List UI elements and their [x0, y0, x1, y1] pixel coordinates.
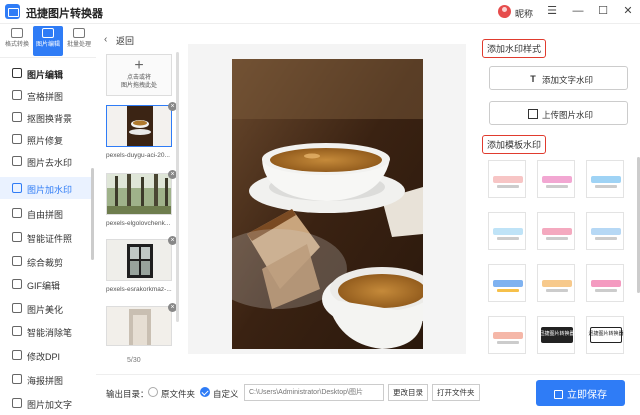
template-9[interactable] [586, 264, 624, 302]
app-logo-icon [5, 4, 20, 19]
window-thumbnail-image [107, 240, 171, 280]
minimize-icon[interactable]: — [571, 4, 585, 18]
thumbnail-2-name: pexels-elgolovchenk... [106, 220, 171, 227]
gif-icon [12, 279, 22, 289]
menu-icon[interactable]: ☰ [545, 4, 559, 18]
sidebar-item-dpi[interactable]: 修改DPI [0, 344, 92, 366]
sidebar-scrollbar[interactable] [91, 168, 94, 260]
cutout-icon [12, 112, 22, 122]
rail-format-convert[interactable]: 格式转换 [2, 26, 32, 56]
sidebar-header[interactable]: 图片编辑 [0, 62, 92, 84]
title-bar: 迅捷图片转换器 昵称 ☰ — ☐ ✕ [0, 0, 640, 24]
forest-thumbnail-image [107, 174, 171, 214]
image-icon [528, 109, 538, 119]
crop-icon [12, 256, 22, 266]
sidebar-item-remove-watermark[interactable]: 图片去水印 [0, 150, 92, 172]
collage-icon [12, 208, 22, 218]
change-dir-button[interactable]: 更改目录 [388, 384, 428, 401]
sidebar-item-add-text[interactable]: 图片加文字 [0, 392, 92, 414]
image-edit-icon [12, 68, 22, 78]
custom-folder-radio[interactable] [200, 387, 210, 397]
sidebar-item-crop[interactable]: 综合裁剪 [0, 250, 92, 272]
plus-icon: + [134, 57, 144, 74]
user-avatar-icon[interactable] [498, 5, 511, 18]
template-4[interactable] [488, 212, 526, 250]
text-icon [12, 398, 22, 408]
grid-icon [12, 90, 22, 100]
template-1[interactable] [488, 160, 526, 198]
sidebar-item-eraser[interactable]: 智能消除笔 [0, 320, 92, 342]
save-now-button[interactable]: 立即保存 [536, 380, 625, 406]
add-text-watermark-button[interactable]: T 添加文字水印 [489, 66, 628, 90]
thumbnail-2[interactable] [106, 173, 172, 215]
sidebar-item-id-photo[interactable]: 智能证件照 [0, 226, 92, 248]
back-button[interactable]: 返回 [116, 34, 134, 47]
template-6[interactable] [586, 212, 624, 250]
maximize-icon[interactable]: ☐ [596, 4, 610, 18]
edit-icon [42, 28, 54, 38]
dpi-icon [12, 350, 22, 360]
coffee-thumbnail-image [107, 106, 171, 146]
original-folder-label[interactable]: 原文件夹 [161, 388, 195, 400]
thumbnail-scrollbar[interactable] [176, 52, 179, 322]
sidebar-item-free-collage[interactable]: 自由拼图 [0, 202, 92, 224]
rail-image-edit[interactable]: 图片编辑 [33, 26, 63, 56]
thumbnail-1-name: pexels-duygu-aci-20... [106, 152, 170, 159]
text-t-icon: T [530, 74, 536, 84]
template-watermark-title: 添加模板水印 [482, 135, 547, 154]
sidebar-item-beautify[interactable]: 图片美化 [0, 297, 92, 319]
save-icon [554, 389, 563, 399]
watermark-style-title: 添加水印样式 [482, 39, 547, 58]
sidebar-item-photo-repair[interactable]: 照片修复 [0, 128, 92, 150]
thumbnail-4[interactable] [106, 306, 172, 346]
beautify-icon [12, 303, 22, 313]
sidebar-item-cutout[interactable]: 抠图换背景 [0, 106, 92, 128]
add-watermark-icon [12, 183, 22, 193]
thumbnail-column: ‹ 返回 + 点击或将 图片拖拽此处 × pexels-duygu-aci-20… [96, 24, 184, 374]
template-7[interactable] [488, 264, 526, 302]
output-path-input[interactable] [244, 384, 384, 401]
eraser-icon [12, 326, 22, 336]
rail-batch-process[interactable]: 批量处理 [64, 26, 94, 56]
back-arrow-icon[interactable]: ‹ [104, 34, 107, 45]
thumbnail-3[interactable] [106, 239, 172, 281]
open-folder-button[interactable]: 打开文件夹 [432, 384, 480, 401]
remove-watermark-icon [12, 156, 22, 166]
template-12[interactable]: 迅捷图片转换器 [586, 316, 624, 354]
close-icon[interactable]: ✕ [621, 4, 635, 18]
template-3[interactable] [586, 160, 624, 198]
preview-area [188, 44, 466, 354]
convert-icon [11, 28, 23, 38]
original-folder-radio[interactable] [148, 387, 158, 397]
watermark-panel: 添加水印样式 T 添加文字水印 上传图片水印 添加模板水印 迅捷图片转换器 迅捷… [478, 24, 640, 374]
template-2[interactable] [537, 160, 575, 198]
sidebar-item-gif-edit[interactable]: GIF编辑 [0, 273, 92, 295]
sidebar-item-poster[interactable]: 海报拼图 [0, 368, 92, 390]
app-title: 迅捷图片转换器 [26, 8, 103, 20]
id-photo-icon [12, 232, 22, 242]
batch-icon [73, 28, 85, 38]
output-dir-label: 输出目录： [106, 389, 149, 399]
template-5[interactable] [537, 212, 575, 250]
custom-folder-label[interactable]: 自定义 [213, 388, 239, 400]
sidebar: 图片编辑 宫格拼图 抠图换背景 照片修复 图片去水印 图片加水印 自由拼图 智能… [0, 58, 92, 415]
thumbnail-1[interactable] [106, 105, 172, 147]
interior-thumbnail-image [107, 307, 171, 345]
mode-rail: 格式转换 图片编辑 批量处理 [0, 24, 96, 58]
template-8[interactable] [537, 264, 575, 302]
page-count: 5/30 [127, 357, 141, 364]
bottom-bar: 输出目录： 原文件夹 自定义 更改目录 打开文件夹 立即保存 [96, 374, 640, 415]
coffee-cup-photo [232, 59, 423, 349]
template-11[interactable]: 迅捷图片转换器 [537, 316, 575, 354]
user-nickname[interactable]: 昵称 [515, 7, 533, 20]
upload-image-watermark-button[interactable]: 上传图片水印 [489, 101, 628, 125]
upload-dropzone[interactable]: + 点击或将 图片拖拽此处 [106, 54, 172, 96]
poster-icon [12, 374, 22, 384]
thumbnail-3-name: pexels-esrakorkmaz-... [106, 286, 172, 293]
preview-image[interactable] [232, 59, 423, 349]
template-10[interactable] [488, 316, 526, 354]
repair-icon [12, 134, 22, 144]
sidebar-item-grid-collage[interactable]: 宫格拼图 [0, 84, 92, 106]
sidebar-item-add-watermark[interactable]: 图片加水印 [0, 177, 92, 199]
